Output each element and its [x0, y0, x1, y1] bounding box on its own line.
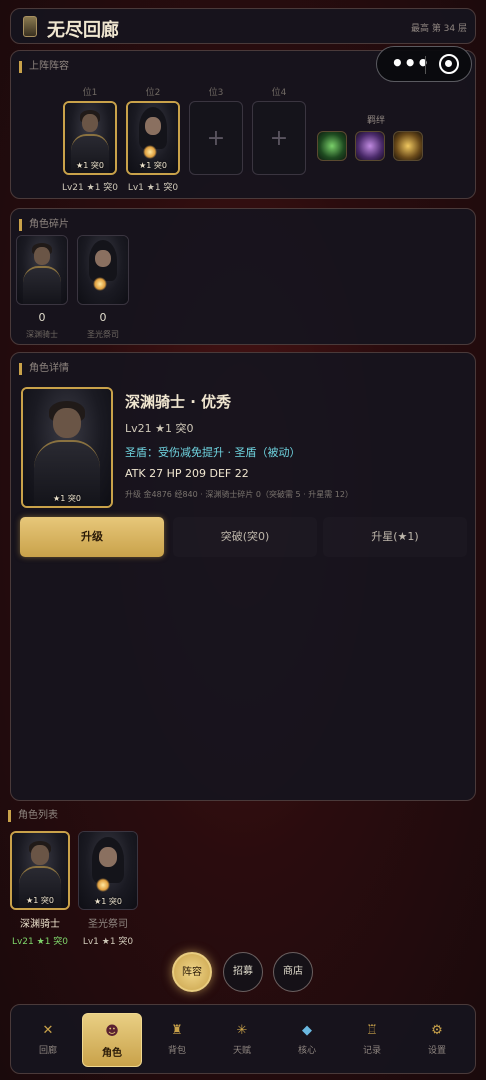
roster-card-knight[interactable]: ★1 突0 — [10, 831, 70, 910]
roster-level: Lv1 ★1 突0 — [82, 937, 134, 947]
slot-info: Lv21 ★1 突0 — [61, 183, 119, 193]
section-title: 上阵阵容 — [19, 61, 69, 73]
knight-portrait — [23, 389, 111, 506]
tab-bag[interactable]: ♜ 背包 — [147, 1013, 207, 1067]
lineup-slot-4[interactable]: + — [252, 101, 306, 175]
golden-mask-icon[interactable] — [393, 131, 423, 161]
star-badge: ★1 突0 — [26, 896, 54, 905]
section-title: 角色列表 — [8, 810, 58, 822]
talent-icon: ✳ — [236, 1023, 248, 1038]
fragment-count: 0 — [38, 311, 46, 324]
star-badge: ★1 突0 — [76, 161, 104, 170]
shop-button[interactable]: 商店 — [273, 952, 313, 992]
fragment-card-knight[interactable] — [16, 235, 68, 305]
roster-name: 深渊骑士 — [20, 919, 60, 930]
tab-core[interactable]: ◆ 核心 — [277, 1013, 337, 1067]
tab-label: 天赋 — [232, 1046, 251, 1056]
character-icon: ☻ — [105, 1024, 119, 1039]
character-stats: ATK 27 HP 209 DEF 22 — [125, 467, 249, 480]
tab-label: 角色 — [102, 1048, 122, 1059]
slot-label: 位3 — [208, 88, 224, 98]
green-swirl-icon[interactable] — [317, 131, 347, 161]
lineup-slot-3[interactable]: + — [189, 101, 243, 175]
upgrade-button[interactable]: 升级 — [20, 517, 164, 557]
character-detail-panel: 角色详情 ★1 突0 深渊骑士 · 优秀 Lv21 ★1 突0 圣盾：受伤减免提… — [10, 352, 476, 801]
crossed-swords-icon: ✕ — [42, 1023, 54, 1038]
tab-label: 设置 — [427, 1046, 446, 1056]
section-title: 角色详情 — [19, 363, 69, 375]
star-badge: ★1 突0 — [94, 897, 122, 906]
highest-floor-label: 最高 第 34 层 — [410, 24, 467, 34]
star-badge: ★1 突0 — [53, 494, 81, 503]
page-title: 无尽回廊 — [47, 20, 119, 41]
section-title: 角色碎片 — [19, 219, 69, 231]
slot-label: 位1 — [82, 88, 98, 98]
bag-icon: ♜ — [171, 1023, 183, 1038]
knight-portrait — [17, 236, 67, 304]
lineup-button[interactable]: 阵容 — [172, 952, 212, 992]
more-menu-icon[interactable]: ••• — [391, 53, 429, 73]
tab-label: 记录 — [362, 1046, 381, 1056]
character-level: Lv21 ★1 突0 — [125, 422, 194, 435]
tab-record[interactable]: ♖ 记录 — [342, 1013, 402, 1067]
capsule-divider — [425, 56, 426, 74]
tab-label: 回廊 — [38, 1046, 57, 1056]
miniprogram-capsule: ••• — [376, 46, 472, 82]
fragment-name: 圣光祭司 — [87, 330, 119, 339]
star-badge: ★1 突0 — [139, 161, 167, 170]
roster-name: 圣光祭司 — [88, 919, 128, 930]
detail-portrait: ★1 突0 — [21, 387, 113, 508]
tab-corridor[interactable]: ✕ 回廊 — [18, 1013, 78, 1067]
lineup-slot-2[interactable]: ★1 突0 — [126, 101, 180, 175]
tab-character[interactable]: ☻ 角色 — [82, 1013, 142, 1067]
bond-title: 羁绊 — [367, 116, 386, 126]
roster-card-priest[interactable]: ★1 突0 — [78, 831, 138, 910]
tab-label: 核心 — [297, 1046, 316, 1056]
add-icon: + — [269, 126, 289, 151]
tab-talent[interactable]: ✳ 天赋 — [212, 1013, 272, 1067]
record-icon: ♖ — [366, 1023, 378, 1038]
fragment-name: 深渊骑士 — [26, 330, 58, 339]
slot-label: 位4 — [271, 88, 287, 98]
purple-orb-icon[interactable] — [355, 131, 385, 161]
gear-icon: ⚙ — [431, 1023, 443, 1038]
add-icon: + — [206, 126, 226, 151]
lineup-slot-1[interactable]: ★1 突0 — [63, 101, 117, 175]
core-gem-icon: ◆ — [302, 1023, 312, 1038]
close-target-icon[interactable] — [439, 54, 459, 74]
tab-label: 背包 — [167, 1046, 186, 1056]
character-skill: 圣盾：受伤减免提升 · 圣盾（被动） — [125, 446, 301, 459]
bottom-tab-bar: ✕ 回廊 ☻ 角色 ♜ 背包 ✳ 天赋 ◆ 核心 ♖ 记录 ⚙ 设置 — [10, 1004, 476, 1074]
roster-level: Lv21 ★1 突0 — [11, 937, 69, 947]
priest-portrait — [78, 236, 128, 304]
slot-info: Lv1 ★1 突0 — [127, 183, 179, 193]
tab-settings[interactable]: ⚙ 设置 — [407, 1013, 467, 1067]
character-name: 深渊骑士 · 优秀 — [125, 393, 232, 411]
header-bar: 无尽回廊 最高 第 34 层 — [10, 8, 476, 44]
fragment-count: 0 — [99, 311, 107, 324]
star-up-button[interactable]: 升星(★1) — [323, 517, 467, 557]
upgrade-cost: 升级 金4876 经840 · 深渊骑士碎片 0（突破需 5 · 升星需 12） — [125, 490, 353, 499]
lantern-icon — [23, 16, 37, 37]
fragments-panel: 角色碎片 0 0 深渊骑士 圣光祭司 — [10, 208, 476, 345]
recruit-button[interactable]: 招募 — [223, 952, 263, 992]
slot-label: 位2 — [145, 88, 161, 98]
breakthrough-button[interactable]: 突破(突0) — [173, 517, 317, 557]
fragment-card-priest[interactable] — [77, 235, 129, 305]
